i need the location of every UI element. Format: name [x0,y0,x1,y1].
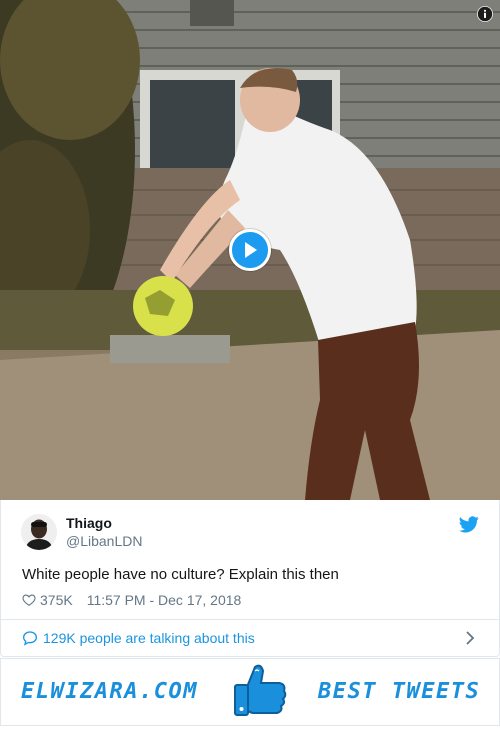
video-player[interactable] [0,0,500,500]
like-count[interactable]: 375K [40,592,73,608]
info-icon[interactable] [477,6,493,22]
play-button[interactable] [229,229,271,271]
heart-icon[interactable] [22,593,36,607]
play-icon [245,242,257,258]
tweet-timestamp[interactable]: 11:57 PM - Dec 17, 2018 [87,592,242,608]
best-tweets-label: BEST TWEETS [318,679,481,704]
avatar[interactable] [21,514,57,550]
tweet-meta: 375K 11:57 PM - Dec 17, 2018 [22,591,241,609]
author-handle[interactable]: @LibanLDN [66,533,142,549]
twitter-bird-icon[interactable] [459,516,479,538]
speech-bubble-icon [22,630,38,646]
site-brand: ELWIZARA.COM [21,679,198,704]
conversation-label: 129K people are talking about this [43,630,255,646]
thumbs-up-icon [229,661,289,728]
tweet-text: White people have no culture? Explain th… [22,566,339,583]
chevron-right-icon [465,631,475,650]
conversation-link[interactable]: 129K people are talking about this [0,619,500,657]
author-name[interactable]: Thiago [66,515,112,531]
